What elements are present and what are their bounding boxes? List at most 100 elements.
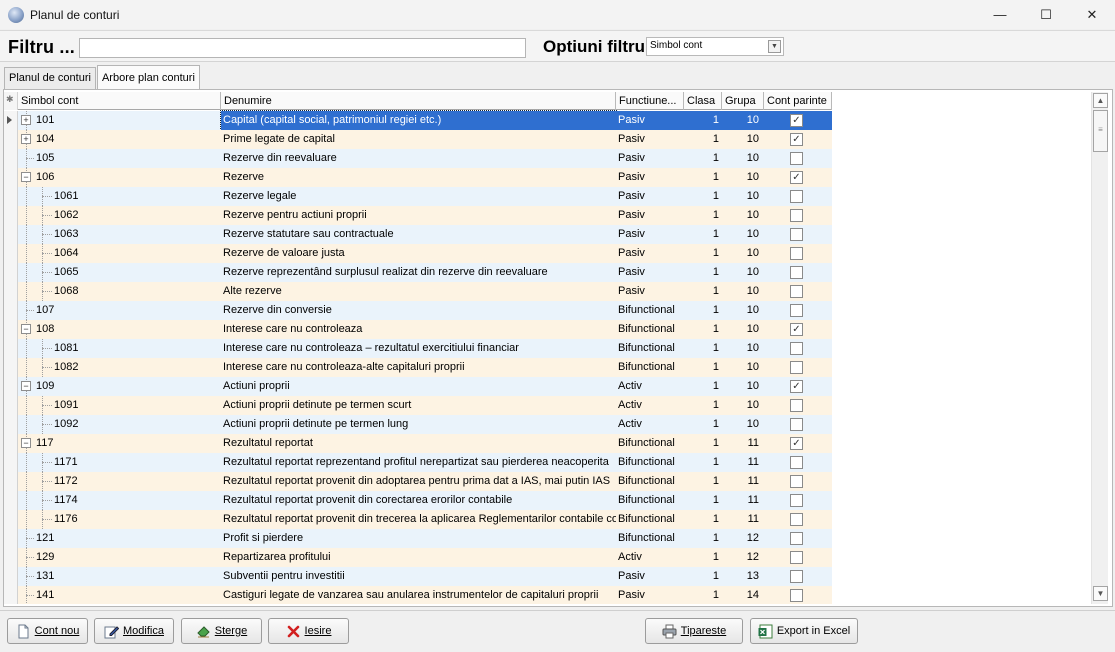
cont-nou-button[interactable]: Cont nou <box>7 618 88 644</box>
table-row[interactable]: 131 Subventii pentru investitii Pasiv 1 13 <box>4 567 832 586</box>
table-row[interactable]: −109 Actiuni proprii Activ 1 10 ✓ <box>4 377 832 396</box>
cell-denumire[interactable]: Prime legate de capital <box>221 130 616 149</box>
checkbox-unchecked[interactable] <box>790 209 803 222</box>
cell-denumire[interactable]: Actiuni proprii detinute pe termen scurt <box>221 396 616 415</box>
cell-clasa[interactable]: 1 <box>684 187 722 206</box>
tipareste-button[interactable]: Tipareste <box>645 618 743 644</box>
cell-denumire[interactable]: Interese care nu controleaza – rezultatu… <box>221 339 616 358</box>
cell-functiune[interactable]: Bifunctional <box>616 339 684 358</box>
cell-functiune[interactable]: Pasiv <box>616 263 684 282</box>
cell-functiune[interactable]: Pasiv <box>616 244 684 263</box>
cell-grupa[interactable]: 10 <box>722 377 764 396</box>
cell-functiune[interactable]: Activ <box>616 396 684 415</box>
cell-grupa[interactable]: 14 <box>722 586 764 604</box>
collapse-icon[interactable]: − <box>21 381 31 391</box>
col-cont-parinte[interactable]: Cont parinte <box>764 92 832 110</box>
row-indicator[interactable] <box>4 301 18 320</box>
cell-denumire[interactable]: Rezerve de valoare justa <box>221 244 616 263</box>
table-row[interactable]: −108 Interese care nu controleaza Bifuncti… <box>4 320 832 339</box>
cell-denumire[interactable]: Alte rezerve <box>221 282 616 301</box>
cell-functiune[interactable]: Pasiv <box>616 111 684 130</box>
cell-simbol-cont[interactable]: 129 <box>18 548 221 567</box>
table-row[interactable]: 121 Profit si pierdere Bifunctional 1 12 <box>4 529 832 548</box>
table-row[interactable]: 1081 Interese care nu controleaza – rezul… <box>4 339 832 358</box>
cell-simbol-cont[interactable]: 1065 <box>18 263 221 282</box>
row-indicator[interactable] <box>4 434 18 453</box>
cell-simbol-cont[interactable]: 1092 <box>18 415 221 434</box>
row-indicator[interactable] <box>4 282 18 301</box>
table-row[interactable]: 1065 Rezerve reprezentând surplusul reali… <box>4 263 832 282</box>
cell-grupa[interactable]: 10 <box>722 168 764 187</box>
expand-icon[interactable]: + <box>21 115 31 125</box>
checkbox-unchecked[interactable] <box>790 266 803 279</box>
table-row[interactable]: 129 Repartizarea profitului Activ 1 12 <box>4 548 832 567</box>
checkbox-unchecked[interactable] <box>790 513 803 526</box>
cell-grupa[interactable]: 12 <box>722 548 764 567</box>
expand-icon[interactable]: + <box>21 134 31 144</box>
cell-clasa[interactable]: 1 <box>684 586 722 604</box>
row-indicator[interactable] <box>4 225 18 244</box>
cell-clasa[interactable]: 1 <box>684 149 722 168</box>
cell-simbol-cont[interactable]: +101 <box>18 111 221 130</box>
checkbox-unchecked[interactable] <box>790 228 803 241</box>
cell-clasa[interactable]: 1 <box>684 453 722 472</box>
tab-arbore-plan-conturi[interactable]: Arbore plan conturi <box>96 65 200 90</box>
cell-grupa[interactable]: 10 <box>722 149 764 168</box>
checkbox-unchecked[interactable] <box>790 304 803 317</box>
col-grupa[interactable]: Grupa <box>722 92 764 110</box>
cell-functiune[interactable]: Activ <box>616 415 684 434</box>
checkbox-unchecked[interactable] <box>790 589 803 602</box>
cell-grupa[interactable]: 10 <box>722 358 764 377</box>
cell-denumire[interactable]: Repartizarea profitului <box>221 548 616 567</box>
modifica-button[interactable]: Modifica <box>94 618 174 644</box>
table-row[interactable]: −106 Rezerve Pasiv 1 10 ✓ <box>4 168 832 187</box>
row-indicator[interactable] <box>4 339 18 358</box>
row-indicator[interactable] <box>4 453 18 472</box>
checkbox-unchecked[interactable] <box>790 342 803 355</box>
cell-grupa[interactable]: 10 <box>722 206 764 225</box>
accounts-grid[interactable]: ✱ Simbol cont Denumire Functiune... Clas… <box>4 92 1091 604</box>
cell-functiune[interactable]: Bifunctional <box>616 434 684 453</box>
iesire-button[interactable]: Iesire <box>268 618 349 644</box>
cell-clasa[interactable]: 1 <box>684 434 722 453</box>
cell-denumire[interactable]: Actiuni proprii <box>221 377 616 396</box>
table-row[interactable]: 1064 Rezerve de valoare justa Pasiv 1 10 <box>4 244 832 263</box>
cell-functiune[interactable]: Pasiv <box>616 282 684 301</box>
checkbox-checked[interactable]: ✓ <box>790 114 803 127</box>
col-simbol-cont[interactable]: Simbol cont <box>18 92 221 110</box>
close-button[interactable]: ✕ <box>1069 0 1115 29</box>
cell-grupa[interactable]: 10 <box>722 301 764 320</box>
collapse-icon[interactable]: − <box>21 324 31 334</box>
cell-functiune[interactable]: Pasiv <box>616 567 684 586</box>
cell-clasa[interactable]: 1 <box>684 244 722 263</box>
checkbox-checked[interactable]: ✓ <box>790 437 803 450</box>
row-indicator[interactable] <box>4 510 18 529</box>
cell-functiune[interactable]: Activ <box>616 377 684 396</box>
row-indicator[interactable] <box>4 320 18 339</box>
cell-grupa[interactable]: 12 <box>722 529 764 548</box>
cell-simbol-cont[interactable]: 105 <box>18 149 221 168</box>
row-indicator[interactable] <box>4 206 18 225</box>
cell-denumire[interactable]: Rezultatul reportat provenit din corecta… <box>221 491 616 510</box>
checkbox-unchecked[interactable] <box>790 475 803 488</box>
cell-denumire[interactable]: Actiuni proprii detinute pe termen lung <box>221 415 616 434</box>
cell-simbol-cont[interactable]: 1062 <box>18 206 221 225</box>
row-indicator[interactable] <box>4 586 18 604</box>
table-row[interactable]: 1176 Rezultatul reportat provenit din tre… <box>4 510 832 529</box>
cell-simbol-cont[interactable]: 131 <box>18 567 221 586</box>
table-row[interactable]: 1068 Alte rezerve Pasiv 1 10 <box>4 282 832 301</box>
filter-input[interactable] <box>79 38 526 58</box>
cell-clasa[interactable]: 1 <box>684 396 722 415</box>
cell-clasa[interactable]: 1 <box>684 282 722 301</box>
cell-denumire[interactable]: Rezerve din reevaluare <box>221 149 616 168</box>
cell-simbol-cont[interactable]: 1174 <box>18 491 221 510</box>
cell-simbol-cont[interactable]: 1061 <box>18 187 221 206</box>
cell-denumire[interactable]: Rezerve statutare sau contractuale <box>221 225 616 244</box>
row-indicator[interactable] <box>4 187 18 206</box>
checkbox-unchecked[interactable] <box>790 399 803 412</box>
cell-clasa[interactable]: 1 <box>684 301 722 320</box>
cell-simbol-cont[interactable]: −108 <box>18 320 221 339</box>
checkbox-unchecked[interactable] <box>790 494 803 507</box>
table-row[interactable]: 1092 Actiuni proprii detinute pe termen l… <box>4 415 832 434</box>
cell-denumire[interactable]: Rezerve <box>221 168 616 187</box>
